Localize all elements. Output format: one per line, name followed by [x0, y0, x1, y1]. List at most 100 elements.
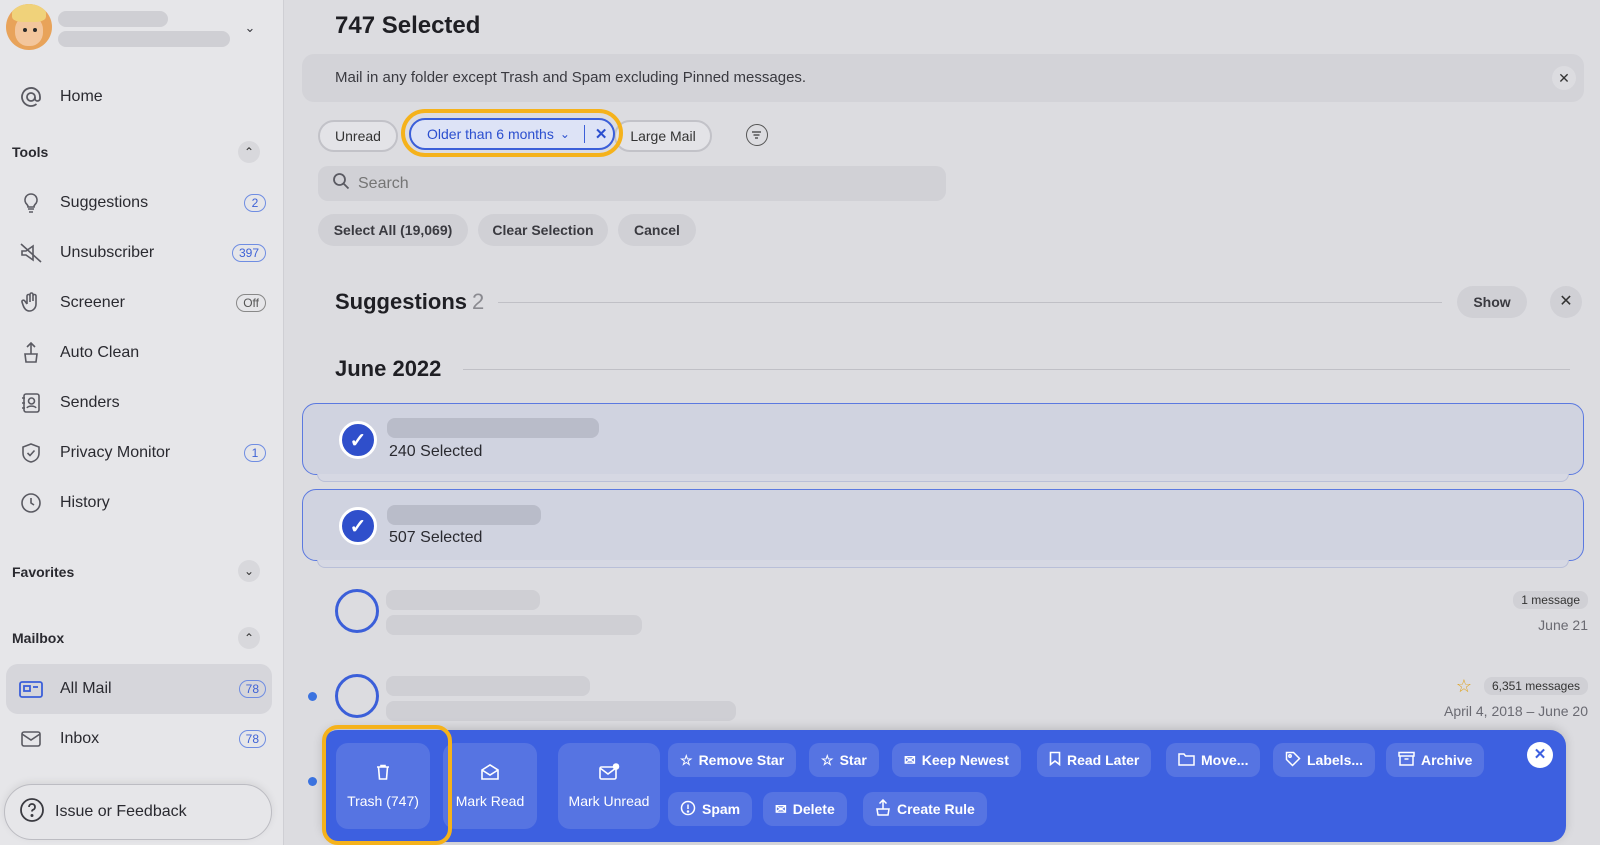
- delete-button[interactable]: ✉ Delete: [763, 792, 847, 826]
- button-label: Archive: [1421, 752, 1473, 768]
- sidebar-item-suggestions[interactable]: Suggestions 2: [6, 180, 272, 226]
- remove-star-button[interactable]: ☆ Remove Star: [668, 743, 797, 777]
- star-slash-icon: ☆: [680, 751, 693, 768]
- archive-box-icon: [1398, 751, 1415, 769]
- sidebar-item-label: Inbox: [60, 730, 100, 747]
- sidebar-item-label: Screener: [60, 294, 125, 311]
- count-badge: 397: [231, 244, 266, 262]
- selected-group-card[interactable]: ✓ 507 Selected: [302, 489, 1584, 568]
- filter-options-icon[interactable]: [746, 124, 768, 146]
- mark-unread-label: Mark Unread: [568, 793, 650, 809]
- row-meta: 1 message June 21: [1513, 591, 1588, 633]
- rule-icon: [875, 798, 891, 819]
- mark-read-label: Mark Read: [455, 793, 525, 809]
- message-count-pill: 6,351 messages: [1483, 677, 1588, 696]
- message-count-pill: 1 message: [1513, 591, 1588, 609]
- chevron-down-icon[interactable]: ⌄: [240, 18, 260, 38]
- archive-button[interactable]: Archive: [1386, 743, 1485, 777]
- close-icon[interactable]: ✕: [1552, 66, 1576, 90]
- filter-info-banner: Mail in any folder except Trash and Spam…: [302, 54, 1584, 102]
- create-rule-button[interactable]: Create Rule: [863, 792, 987, 826]
- page-title: 747 Selected: [335, 12, 481, 39]
- unread-dot: [308, 777, 317, 786]
- select-circle[interactable]: [335, 674, 379, 718]
- labels-button[interactable]: Labels...: [1273, 743, 1376, 777]
- chevron-up-icon[interactable]: ⌃: [238, 141, 260, 163]
- select-all-button[interactable]: Select All (19,069): [318, 214, 468, 246]
- spam-button[interactable]: Spam: [668, 792, 753, 826]
- unread-dot: [308, 692, 317, 701]
- select-circle[interactable]: [335, 589, 379, 633]
- sidebar-item-all-mail[interactable]: All Mail 78: [6, 664, 272, 714]
- search-input[interactable]: [358, 174, 918, 193]
- cancel-button[interactable]: Cancel: [618, 214, 696, 246]
- filter-chip-unread[interactable]: Unread: [318, 120, 398, 152]
- sidebar-item-history[interactable]: History: [6, 480, 272, 526]
- avatar-eye: [33, 28, 37, 32]
- count-badge: 78: [238, 680, 266, 698]
- filter-chip-large-mail[interactable]: Large Mail: [614, 120, 712, 152]
- feedback-label: Issue or Feedback: [55, 803, 187, 820]
- filter-chip-label: Older than 6 months: [427, 126, 554, 142]
- sidebar-item-home[interactable]: Home: [6, 74, 272, 120]
- keep-newest-button[interactable]: ✉ Keep Newest: [892, 743, 1021, 777]
- button-label: Read Later: [1067, 752, 1140, 768]
- chevron-down-icon[interactable]: ⌄: [238, 560, 260, 582]
- close-icon[interactable]: ✕: [1527, 742, 1553, 768]
- tag-icon: [1285, 751, 1301, 770]
- row-date: June 21: [1538, 617, 1588, 633]
- count-badge: 1: [244, 444, 266, 462]
- selected-count: 240 Selected: [389, 443, 483, 460]
- chevron-up-icon[interactable]: ⌃: [238, 627, 260, 649]
- show-suggestions-button[interactable]: Show: [1457, 286, 1527, 318]
- sidebar-item-auto-clean[interactable]: Auto Clean: [6, 330, 272, 376]
- chevron-down-icon[interactable]: ⌄: [560, 127, 570, 141]
- folder-icon: [1178, 752, 1195, 769]
- read-later-button[interactable]: Read Later: [1037, 743, 1152, 777]
- clear-selection-button[interactable]: Clear Selection: [478, 214, 608, 246]
- star-icon: ☆: [821, 751, 834, 768]
- envelope-x-icon: ✉: [775, 800, 787, 817]
- feedback-button[interactable]: Issue or Feedback: [4, 784, 272, 840]
- bulk-action-bar: Trash (747) Mark Read Mark Unread ☆ Remo…: [322, 730, 1566, 842]
- sidebar-item-label: Auto Clean: [60, 344, 140, 361]
- sidebar-item-privacy-monitor[interactable]: Privacy Monitor 1: [6, 430, 272, 476]
- megaphone-off-icon: [6, 241, 56, 265]
- button-label: Create Rule: [897, 801, 975, 817]
- avatar[interactable]: [6, 4, 52, 50]
- sidebar-item-screener[interactable]: Screener Off: [6, 280, 272, 326]
- sidebar-item-inbox[interactable]: Inbox 78: [6, 716, 272, 762]
- search-icon: [332, 172, 350, 195]
- sidebar-item-unsubscriber[interactable]: Unsubscriber 397: [6, 230, 272, 276]
- button-label: Labels...: [1307, 752, 1364, 768]
- sender-placeholder: [387, 418, 599, 438]
- suggestions-heading: Suggestions: [335, 289, 468, 314]
- sidebar-item-label: Senders: [60, 394, 120, 411]
- checkmark-icon[interactable]: ✓: [339, 507, 377, 545]
- filter-chip-older-than[interactable]: Older than 6 months ⌄ ✕: [409, 118, 615, 150]
- mailbox-section-header: Mailbox: [12, 630, 65, 646]
- mark-read-button[interactable]: Mark Read: [443, 743, 537, 829]
- selected-group-card[interactable]: ✓ 240 Selected: [302, 403, 1584, 482]
- mark-unread-button[interactable]: Mark Unread: [558, 743, 660, 829]
- sender-placeholder: [386, 676, 590, 696]
- remove-filter-icon[interactable]: ✕: [595, 125, 608, 143]
- envelope-icon: [6, 727, 56, 751]
- sender-placeholder: [387, 505, 541, 525]
- envelope-open-icon: [480, 763, 500, 786]
- close-icon[interactable]: ✕: [1550, 286, 1582, 318]
- star-button[interactable]: ☆ Star: [809, 743, 879, 777]
- star-icon[interactable]: ☆: [1456, 676, 1472, 696]
- sidebar-item-senders[interactable]: Senders: [6, 380, 272, 426]
- count-badge: 2: [244, 194, 266, 212]
- selected-count: 507 Selected: [389, 529, 483, 546]
- question-circle-icon: [19, 797, 45, 828]
- month-heading: June 2022: [335, 356, 442, 381]
- sidebar-item-label: All Mail: [60, 680, 112, 697]
- sidebar-item-label: Privacy Monitor: [60, 444, 171, 461]
- sidebar-item-label: Home: [60, 88, 103, 105]
- search-bar[interactable]: [318, 166, 946, 201]
- checkmark-icon[interactable]: ✓: [339, 421, 377, 459]
- envelope-keep-icon: ✉: [904, 751, 916, 768]
- move-button[interactable]: Move...: [1166, 743, 1261, 777]
